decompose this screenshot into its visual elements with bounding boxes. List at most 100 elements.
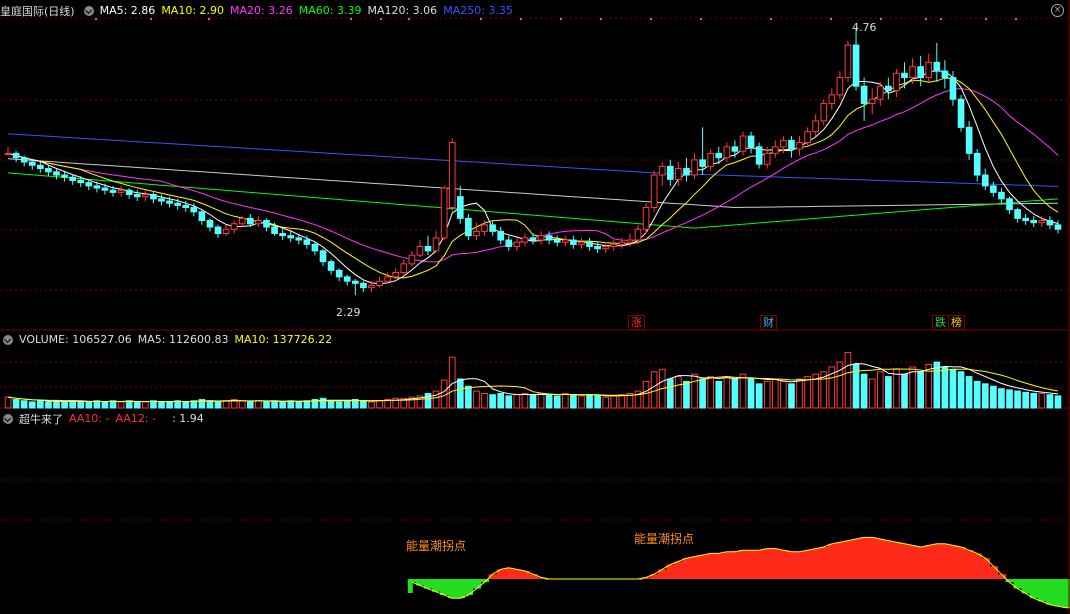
energy-bar	[779, 550, 789, 579]
candle-body	[448, 142, 456, 209]
candle-body	[965, 126, 973, 154]
candle-body	[626, 239, 634, 243]
candle-body	[990, 185, 997, 193]
chart-canvas	[0, 0, 1070, 614]
volume-bar	[683, 380, 690, 409]
candle-body	[481, 224, 488, 232]
energy-bar	[690, 556, 700, 579]
volume-bar	[561, 393, 569, 409]
energy-bar	[747, 550, 756, 579]
volume-bar	[739, 373, 747, 409]
candle-body	[343, 276, 351, 282]
energy-bar	[472, 579, 482, 589]
volume-bar	[20, 400, 28, 409]
candle-body	[570, 239, 577, 245]
volume-bar	[133, 401, 141, 409]
candle-body	[85, 182, 93, 187]
candle-body	[771, 146, 779, 154]
signal-dot	[830, 18, 832, 20]
volume-bar	[990, 385, 997, 409]
candle-body	[4, 152, 12, 155]
chevron-down-icon[interactable]	[3, 413, 13, 424]
candle-body	[465, 217, 472, 237]
ma60-value: MA60: 3.39	[298, 4, 362, 17]
event-tag-zhang[interactable]: 涨	[628, 315, 645, 330]
energy-bar	[1029, 579, 1039, 599]
candle-body	[69, 176, 76, 181]
volume-bar	[1030, 393, 1038, 409]
volume-bar	[618, 394, 626, 409]
event-tag-cai[interactable]: 财	[760, 315, 777, 330]
volume-bar	[335, 401, 343, 409]
candle-body	[456, 196, 464, 219]
grid-lines	[0, 17, 1068, 521]
candle-body	[860, 85, 868, 105]
event-tag-die[interactable]: 跌	[932, 315, 949, 330]
volume-bar	[61, 401, 68, 409]
high-price-label: 4.76	[852, 21, 877, 34]
volume-bar	[247, 401, 254, 409]
energy-area	[407, 536, 1070, 609]
energy-turning-point-label-2: 能量潮拐点	[634, 532, 695, 546]
chevron-down-icon[interactable]	[3, 334, 13, 345]
ma10-line	[7, 77, 1059, 279]
volume-bar	[553, 395, 561, 409]
volume-bar	[85, 401, 93, 409]
energy-bar	[528, 574, 538, 579]
candle-body	[941, 70, 949, 79]
volume-bar	[343, 400, 351, 409]
candle-body	[125, 189, 133, 196]
energy-bar	[916, 547, 926, 579]
energy-start-block	[407, 579, 413, 593]
candle-body	[634, 228, 642, 241]
candle-body	[214, 226, 222, 235]
candle-body	[675, 168, 682, 180]
volume-bar	[271, 400, 278, 409]
energy-bar	[989, 566, 998, 579]
energy-turning-point-label-1: 能量潮拐点	[406, 539, 467, 553]
ma5-value: MA5: 2.86	[99, 4, 156, 17]
volume-bar	[37, 400, 44, 409]
candle-body	[957, 98, 965, 128]
chevron-down-icon[interactable]	[83, 5, 94, 16]
ma5-line	[7, 70, 1059, 285]
indicator-header: 超牛来了 AA10: - AA12: - : 1.94	[0, 411, 204, 426]
volume-bar	[941, 366, 949, 409]
volume-bar	[465, 385, 472, 409]
event-tag-bang[interactable]: 榜	[948, 315, 965, 330]
volume-bar	[1038, 393, 1046, 409]
volume-bar	[868, 378, 876, 409]
signal-dot	[650, 18, 652, 20]
low-price-label: 2.29	[336, 306, 361, 319]
candle-body	[384, 276, 391, 282]
signal-dot	[150, 18, 152, 20]
volume-bar	[214, 401, 222, 409]
candle-body	[53, 171, 60, 176]
volume-bar	[327, 400, 335, 409]
volume-bar	[206, 400, 214, 409]
energy-bar	[1013, 579, 1023, 589]
volume-bar	[860, 373, 868, 409]
energy-bar	[440, 579, 449, 595]
signal-dot	[480, 18, 482, 20]
energy-bar	[860, 537, 869, 579]
candle-body	[981, 174, 989, 187]
volume-bar	[545, 394, 553, 409]
candle-body	[731, 146, 739, 152]
stock-name: 皇庭国际(日线)	[0, 4, 75, 18]
volume-bar	[610, 395, 618, 409]
candle-body	[440, 187, 448, 239]
candle-body	[909, 66, 916, 79]
volume-bar	[117, 401, 125, 409]
signal-dot	[95, 18, 97, 20]
indicator-value: : 1.94	[172, 412, 204, 425]
candle-body	[12, 152, 20, 159]
energy-bar	[819, 547, 829, 579]
energy-bar	[456, 579, 465, 599]
volume-bar	[287, 400, 295, 409]
volume-bar	[691, 373, 698, 409]
ma120-value: MA120: 3.06	[367, 4, 438, 17]
volume-bar	[602, 396, 610, 409]
close-icon[interactable]: ×	[1051, 4, 1064, 17]
volume-bar	[53, 400, 60, 409]
